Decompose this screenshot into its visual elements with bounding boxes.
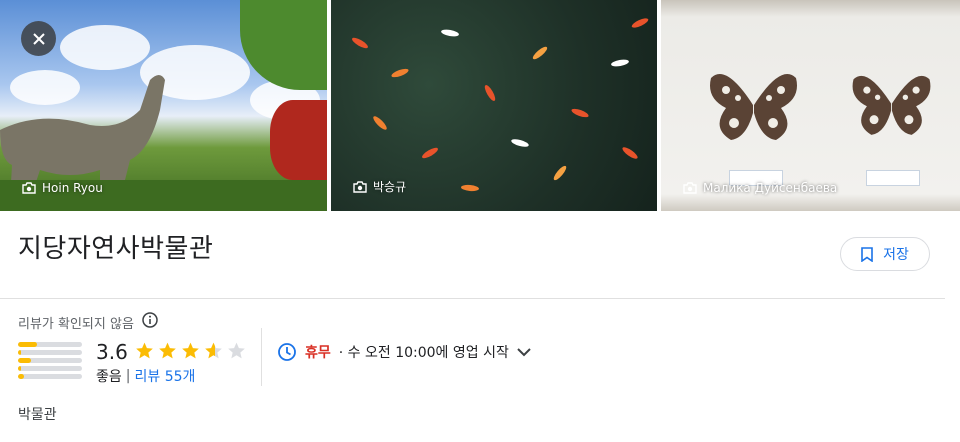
koi — [460, 184, 480, 192]
chevron-down-icon[interactable] — [517, 347, 531, 357]
koi — [551, 164, 569, 182]
place-category: 박물관 — [18, 407, 57, 423]
bookmark-icon — [861, 246, 873, 262]
rating-bar-fill — [18, 374, 25, 379]
star-icon — [136, 342, 153, 359]
koi — [371, 114, 389, 132]
red-tree — [270, 100, 327, 180]
rating-word: 좋음 — [96, 369, 122, 385]
koi — [531, 44, 549, 62]
vertical-divider — [261, 328, 262, 386]
info-icon[interactable] — [142, 312, 158, 332]
koi — [510, 137, 530, 149]
close-icon — [32, 32, 45, 45]
star-icon — [205, 342, 222, 359]
photo-caption: Малика Дуйсенбаева — [683, 181, 837, 195]
tree — [240, 0, 327, 90]
photo-caption: Hoin Ryou — [22, 181, 103, 195]
rating-bar — [18, 374, 82, 379]
camera-icon — [683, 182, 697, 194]
unverified-reviews: 리뷰가 확인되지 않음 — [18, 312, 158, 332]
separator: | — [125, 368, 131, 384]
save-label: 저장 — [883, 247, 909, 263]
rating-stars — [134, 341, 247, 361]
butterfly — [710, 74, 797, 140]
photo-author: 박승규 — [373, 180, 407, 194]
rating-bar-fill — [18, 358, 31, 363]
koi — [570, 107, 590, 119]
camera-icon — [353, 180, 367, 193]
close-button[interactable] — [21, 21, 56, 56]
koi — [620, 145, 640, 161]
koi — [390, 67, 410, 79]
save-button[interactable]: 저장 — [840, 237, 930, 271]
reviews-link[interactable]: 리뷰 55개 — [134, 366, 195, 386]
clock-icon — [278, 343, 296, 361]
photo-caption: 박승규 — [353, 178, 406, 195]
page-title: 지당자연사박물관 — [18, 234, 214, 264]
koi — [420, 145, 440, 161]
photo-author: Малика Дуйсенбаева — [703, 181, 838, 195]
koi — [630, 16, 650, 30]
koi — [350, 35, 370, 51]
divider — [0, 298, 945, 299]
camera-icon — [22, 182, 36, 194]
star-icon — [228, 342, 245, 359]
rating-bar — [18, 350, 82, 355]
rating-bar-fill — [18, 342, 38, 347]
star-icon — [159, 342, 176, 359]
cloud — [60, 25, 150, 70]
photo-author: Hoin Ryou — [42, 181, 103, 195]
butterfly — [852, 75, 931, 135]
photo-koi-pond[interactable]: 박승규 — [331, 0, 657, 211]
star-icon — [182, 342, 199, 359]
koi — [482, 83, 498, 103]
photo-dinosaur[interactable]: Hoin Ryou — [0, 0, 327, 211]
rating-bar — [18, 342, 82, 347]
unverified-label: 리뷰가 확인되지 않음 — [18, 316, 134, 332]
rating-bar-fill — [18, 366, 22, 371]
koi — [440, 28, 460, 38]
rating-summary: 좋음 | 리뷰 55개 — [96, 366, 195, 386]
photo-butterflies[interactable]: Малика Дуйсенбаева — [661, 0, 960, 211]
rating-bar — [18, 366, 82, 371]
rating-distribution — [18, 342, 82, 382]
rating-bar-fill — [18, 350, 22, 355]
hours-toggle[interactable]: 휴무 · 수 오전 10:00에 영업 시작 — [277, 342, 531, 362]
rating-bar — [18, 358, 82, 363]
photo-strip: Hoin Ryou 박승규 Малика Дуйсенбаева — [0, 0, 960, 211]
rating-value: 3.6 — [96, 340, 128, 364]
specimen-label — [866, 170, 920, 186]
hours-status: 휴무 — [305, 345, 331, 361]
koi — [610, 58, 630, 68]
hours-detail: · 수 오전 10:00에 영업 시작 — [338, 345, 509, 361]
